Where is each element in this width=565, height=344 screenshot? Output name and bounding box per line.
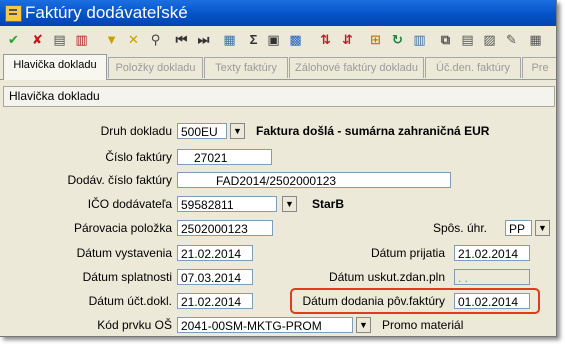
datum-uct-dokl-label: Dátum účt.dokl. xyxy=(88,294,172,308)
kod-prvku-dropdown-button[interactable]: ▼ xyxy=(356,317,371,333)
datum-uskut-field[interactable]: . . xyxy=(454,269,530,285)
datum-splatnosti-label: Dátum splatnosti xyxy=(82,270,172,284)
cislo-faktury-label: Číslo faktúry xyxy=(105,150,172,164)
kod-prvku-label: Kód prvku OŠ xyxy=(97,318,172,332)
copy-icon[interactable]: ⧉ xyxy=(437,31,454,48)
chevron-down-icon: ▼ xyxy=(359,320,368,330)
columns-icon[interactable]: ▥ xyxy=(411,31,428,48)
ico-dodavatela-label: IČO dodávateľa xyxy=(87,197,172,211)
cancel-icon[interactable]: ✘ xyxy=(29,31,46,48)
datum-vystavenia-label: Dátum vystavenia xyxy=(76,246,172,260)
datum-prijatia-label: Dátum prijatia xyxy=(370,246,445,260)
filter-icon[interactable]: ▼ xyxy=(103,31,120,48)
tree-icon[interactable]: ⊞ xyxy=(367,31,384,48)
delete-icon[interactable]: ▥ xyxy=(73,31,90,48)
parovacia-polozka-label: Párovacia položka xyxy=(73,221,172,235)
panel-header: Hlavička dokladu xyxy=(3,86,555,107)
ico-description: StarB xyxy=(312,197,345,211)
datum-splatnosti-field[interactable]: 07.03.2014 xyxy=(177,269,253,285)
tab-strip: Hlavička dokladu Položky dokladu Texty f… xyxy=(0,53,556,80)
dodav-cislo-faktury-label: Dodáv. číslo faktúry xyxy=(67,173,172,187)
tab-uct-den-faktury[interactable]: Úč.den. faktúry xyxy=(425,57,521,78)
parovacia-polozka-field[interactable]: 2502000123 xyxy=(177,220,273,236)
report-icon[interactable]: ▦ xyxy=(527,31,544,48)
datum-prijatia-field[interactable]: 21.02.2014 xyxy=(454,245,530,261)
document-list-icon[interactable]: ▤ xyxy=(51,31,68,48)
druh-dokladu-dropdown-button[interactable]: ▼ xyxy=(230,123,245,139)
sposob-uhrady-field[interactable]: PP xyxy=(505,220,532,236)
title-bar: Faktúry dodávateľské xyxy=(0,0,556,26)
dodav-cislo-faktury-field[interactable]: FAD2014/2502000123 xyxy=(177,172,451,188)
datum-vystavenia-field[interactable]: 21.02.2014 xyxy=(177,245,253,261)
toolbar: ✔ ✘ ▤ ▥ ▼ ✕ ⚲ ⏮ ⏭ ▦ Σ ▣ ▩ ⇅ ⇵ ⊞ ↻ ▥ ⧉ ▤ ▨ ✎ ▦ xyxy=(0,26,556,53)
highlight-box xyxy=(290,288,540,314)
last-record-icon[interactable]: ⏭ xyxy=(195,31,212,48)
sposob-uhrady-dropdown-button[interactable]: ▼ xyxy=(535,220,550,236)
window-title: Faktúry dodávateľské xyxy=(25,3,188,22)
refresh-icon[interactable]: ↻ xyxy=(389,31,406,48)
ico-dropdown-button[interactable]: ▼ xyxy=(282,196,297,212)
settings-icon[interactable]: ▨ xyxy=(481,31,498,48)
tab-pre[interactable]: Pre xyxy=(522,57,556,78)
calculator-icon[interactable]: ▦ xyxy=(221,31,238,48)
sort-descending-icon[interactable]: ⇵ xyxy=(339,31,356,48)
tab-hlavicka-dokladu[interactable]: Hlavička dokladu xyxy=(3,54,107,80)
kod-prvku-description: Promo materiál xyxy=(382,318,464,332)
print-icon[interactable]: ▣ xyxy=(265,31,282,48)
app-icon xyxy=(5,5,22,22)
druh-dokladu-field[interactable]: 500EU xyxy=(177,123,227,139)
druh-dokladu-description: Faktura došlá - sumárna zahraničná EUR xyxy=(256,124,490,138)
confirm-icon[interactable]: ✔ xyxy=(5,31,22,48)
datum-uct-dokl-field[interactable]: 21.02.2014 xyxy=(177,293,253,309)
find-icon[interactable]: ⚲ xyxy=(147,31,164,48)
edit-icon[interactable]: ✎ xyxy=(503,31,520,48)
window: Faktúry dodávateľské ✔ ✘ ▤ ▥ ▼ ✕ ⚲ ⏮ ⏭ ▦ Σ ▣ ▩ ⇅ ⇵ ⊞ ↻ ▥ ⧉… xyxy=(0,0,557,337)
kod-prvku-field[interactable]: 2041-00SM-MKTG-PROM xyxy=(177,317,353,333)
panel-title: Hlavička dokladu xyxy=(9,89,100,103)
tab-zalohove-faktury[interactable]: Zálohové faktúry dokladu xyxy=(289,57,424,78)
first-record-icon[interactable]: ⏮ xyxy=(173,31,190,48)
datum-uskut-label: Dátum uskut.zdan.pln xyxy=(328,270,445,284)
sum-icon[interactable]: Σ xyxy=(245,31,262,48)
chevron-down-icon: ▼ xyxy=(233,126,242,136)
chevron-down-icon: ▼ xyxy=(538,223,547,233)
ico-dodavatela-field[interactable]: 59582811 xyxy=(177,196,277,212)
cislo-faktury-field[interactable]: 27021 xyxy=(177,149,272,165)
filter-clear-icon[interactable]: ✕ xyxy=(125,31,142,48)
druh-dokladu-label: Druh dokladu xyxy=(100,124,172,138)
export-icon[interactable]: ▩ xyxy=(287,31,304,48)
tab-texty-faktury[interactable]: Texty faktúry xyxy=(204,57,288,78)
sposob-uhrady-label: Spôs. úhr. xyxy=(432,221,487,235)
paste-icon[interactable]: ▤ xyxy=(459,31,476,48)
chevron-down-icon: ▼ xyxy=(285,199,294,209)
sort-ascending-icon[interactable]: ⇅ xyxy=(317,31,334,48)
tab-polozky-dokladu[interactable]: Položky dokladu xyxy=(108,57,203,78)
